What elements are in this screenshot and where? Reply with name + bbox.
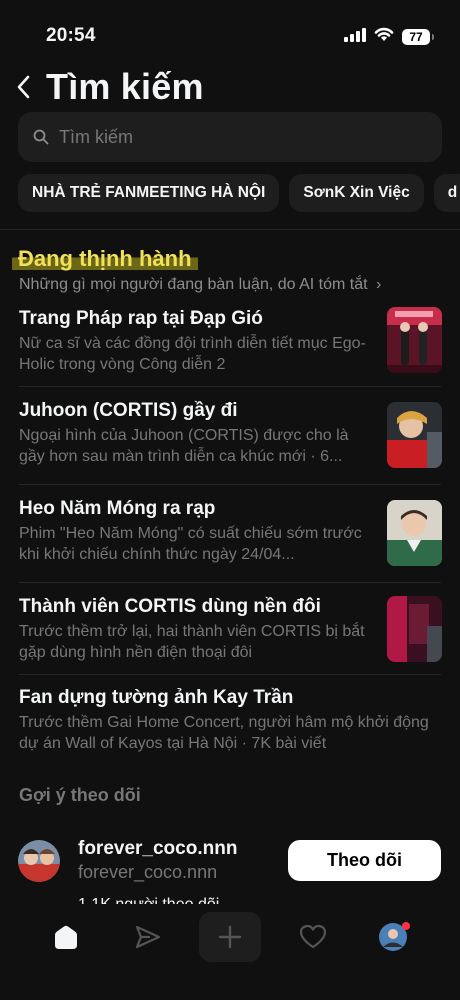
item-separator [19,386,441,387]
trending-item[interactable]: Juhoon (CORTIS) gầy đi Ngoại hình của Ju… [19,399,441,467]
trending-item-thumbnail [387,307,442,373]
suggest-follow-title: Gợi ý theo dõi [19,785,141,805]
back-chevron-icon[interactable] [16,72,38,102]
chevron-right-icon: › [376,276,382,293]
trending-item[interactable]: Trang Pháp rap tại Đạp Gió Nữ ca sĩ và c… [19,307,441,375]
trending-chips: NHÀ TRẺ FANMEETING HÀ NỘI SơnK Xin Việc … [18,174,460,212]
trending-item-title: Fan dựng tường ảnh Kay Trần [19,687,294,708]
trending-item-thumbnail [387,500,442,566]
suggested-username[interactable]: forever_coco.nnn [78,838,237,860]
item-separator [19,484,441,485]
suggested-handle: forever_coco.nnn [78,862,218,882]
heart-icon[interactable] [293,920,333,954]
trending-item-title: Juhoon (CORTIS) gầy đi [19,400,238,421]
chip-sonk-xin-viec[interactable]: SơnK Xin Việc [289,174,424,212]
send-icon[interactable] [128,920,168,954]
status-icons: 77 [344,27,434,47]
trending-item-thumbnail [387,596,442,662]
trending-item-desc: Nữ ca sĩ và các đồng đội trình diễn tiết… [19,335,366,373]
trending-item[interactable]: Heo Năm Móng ra rạp Phim "Heo Năm Móng" … [19,497,441,565]
trending-item-desc: Trước thềm trở lại, hai thành viên CORTI… [19,623,365,661]
trending-title: Đang thịnh hành [12,246,198,272]
page-title: Tìm kiếm [46,66,204,107]
search-icon [33,129,49,145]
follow-button[interactable]: Theo dõi [288,840,441,881]
home-icon[interactable] [46,920,86,954]
trending-item-title: Thành viên CORTIS dùng nền đôi [19,596,321,617]
wifi-icon [374,27,394,47]
search-input[interactable] [57,125,421,149]
avatar[interactable] [18,840,60,882]
trending-subtitle[interactable]: Những gì mọi người đang bàn luận, do AI … [19,276,381,294]
battery-indicator: 77 [402,29,434,45]
chip-nha-tre-fanmeeting[interactable]: NHÀ TRẺ FANMEETING HÀ NỘI [18,174,280,212]
search-bar[interactable] [18,112,442,162]
trending-item-desc: Ngoại hình của Juhoon (CORTIS) được cho … [19,427,349,465]
trending-item-thumbnail [387,402,442,468]
item-separator [19,582,441,583]
item-separator [19,674,441,675]
signal-icon [344,27,366,47]
trending-subtitle-text: Những gì mọi người đang bàn luận, do AI … [19,276,368,293]
chip-partial[interactable]: d [433,174,460,212]
section-divider [0,229,460,230]
trending-item[interactable]: Fan dựng tường ảnh Kay Trần Trước thềm G… [19,686,441,754]
trending-item-title: Trang Pháp rap tại Đạp Gió [19,308,263,329]
plus-icon[interactable] [199,912,261,962]
trending-item-desc: Phim "Heo Năm Móng" có suất chiếu sớm tr… [19,525,362,563]
trending-item-title: Heo Năm Móng ra rạp [19,498,216,519]
status-time: 20:54 [46,25,96,46]
trending-item[interactable]: Thành viên CORTIS dùng nền đôi Trước thề… [19,595,441,663]
profile-avatar-icon[interactable] [375,920,415,954]
trending-item-desc: Trước thềm Gai Home Concert, người hâm m… [19,714,429,752]
